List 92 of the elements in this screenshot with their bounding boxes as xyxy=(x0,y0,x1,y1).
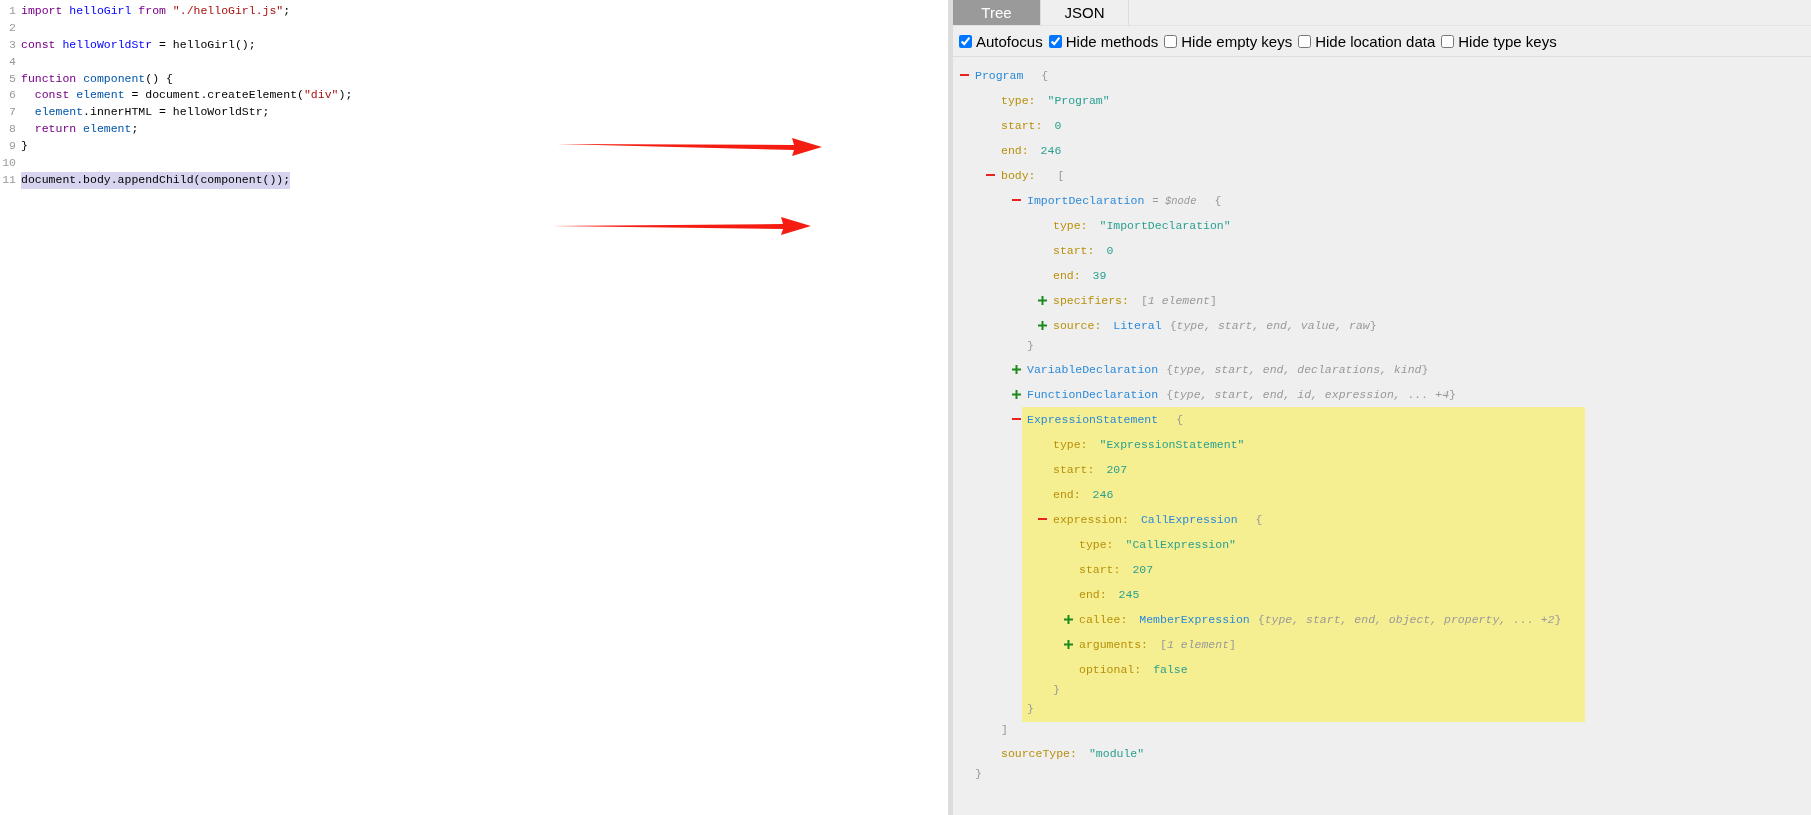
property-key: type: xyxy=(1001,94,1036,107)
line-number: 11 xyxy=(1,171,16,188)
property-key[interactable]: specifiers: xyxy=(1053,294,1129,307)
property-value: "Program" xyxy=(1047,94,1110,107)
property-value: "ExpressionStatement" xyxy=(1099,438,1245,451)
line-number: 10 xyxy=(1,155,16,171)
expand-icon[interactable] xyxy=(1064,615,1073,624)
property-value: "module" xyxy=(1088,747,1145,760)
property-value: 207 xyxy=(1106,463,1128,476)
close-bracket: } xyxy=(1027,339,1034,352)
line-number: 7 xyxy=(8,104,16,121)
node-type-label[interactable]: CallExpression xyxy=(1140,513,1238,526)
property-key: type: xyxy=(1079,538,1114,551)
line-number: 2 xyxy=(8,19,16,36)
property-key[interactable]: body: xyxy=(1001,169,1036,182)
property-key: type: xyxy=(1053,438,1088,451)
node-type-label[interactable]: ImportDeclaration xyxy=(1027,194,1145,207)
checkbox-label[interactable]: Hide type keys xyxy=(1458,32,1557,50)
expand-icon[interactable] xyxy=(1064,640,1073,649)
node-summary: {type, start, end, value, raw} xyxy=(1169,319,1377,332)
collapse-icon[interactable] xyxy=(960,74,969,77)
checkbox[interactable] xyxy=(1048,34,1062,48)
node-type-label[interactable]: FunctionDeclaration xyxy=(1027,388,1159,401)
property-key: type: xyxy=(1053,219,1088,232)
collapse-icon[interactable] xyxy=(1012,418,1021,421)
expand-icon[interactable] xyxy=(1038,296,1047,305)
close-bracket: } xyxy=(1027,702,1034,715)
checkbox[interactable] xyxy=(1164,34,1178,48)
collapse-icon[interactable] xyxy=(1038,518,1047,521)
close-bracket: ] xyxy=(1001,723,1008,736)
property-key: end: xyxy=(1053,488,1081,501)
line-number: 8 xyxy=(8,121,16,138)
property-key: end: xyxy=(1001,144,1029,157)
expand-icon[interactable] xyxy=(1038,321,1047,330)
tab[interactable]: Tree xyxy=(953,0,1041,25)
line-number: 4 xyxy=(8,53,16,70)
node-summary: {type, start, end, id, expression, ... +4} xyxy=(1166,388,1456,401)
collapse-icon[interactable] xyxy=(986,174,995,177)
line-number: 1 xyxy=(8,3,16,19)
node-type-label[interactable]: VariableDeclaration xyxy=(1027,363,1159,376)
checkbox-label[interactable]: Autofocus xyxy=(976,32,1043,50)
open-bracket: { xyxy=(1041,69,1049,82)
collapse-icon[interactable] xyxy=(1012,199,1021,202)
expand-icon[interactable] xyxy=(1012,390,1021,399)
checkbox-label[interactable]: Hide empty keys xyxy=(1181,32,1293,50)
property-key[interactable]: arguments: xyxy=(1079,638,1148,651)
open-bracket: [ xyxy=(1057,169,1065,182)
checkbox[interactable] xyxy=(1441,34,1455,48)
open-bracket: { xyxy=(1176,413,1184,426)
property-value: 246 xyxy=(1092,488,1114,501)
close-bracket: } xyxy=(1053,683,1060,696)
property-value: 207 xyxy=(1132,563,1154,576)
checkbox-label[interactable]: Hide location data xyxy=(1315,32,1436,50)
property-key: end: xyxy=(1079,588,1107,601)
property-key: sourceType: xyxy=(1001,747,1077,760)
property-value: 246 xyxy=(1040,144,1062,157)
property-key: start: xyxy=(1001,119,1043,132)
node-summary: {type, start, end, object, property, ... +2} xyxy=(1257,613,1562,626)
checkbox-label[interactable]: Hide methods xyxy=(1065,32,1159,50)
property-value: false xyxy=(1153,663,1188,676)
expand-icon[interactable] xyxy=(1012,365,1021,374)
property-key: start: xyxy=(1053,463,1095,476)
line-number: 5 xyxy=(8,70,16,87)
property-key: start: xyxy=(1079,563,1121,576)
node-type-label[interactable]: ExpressionStatement xyxy=(1027,413,1159,426)
property-value: 0 xyxy=(1106,244,1114,257)
property-value: "ImportDeclaration" xyxy=(1099,219,1231,232)
node-annotation: = $node xyxy=(1152,194,1197,207)
open-bracket: { xyxy=(1214,194,1222,207)
line-number: 3 xyxy=(8,36,16,53)
checkbox[interactable] xyxy=(1298,34,1312,48)
property-key[interactable]: source: xyxy=(1053,319,1102,332)
checkbox[interactable] xyxy=(959,34,972,48)
node-summary: [1 element] xyxy=(1140,294,1217,307)
open-bracket: { xyxy=(1255,513,1263,526)
property-value: 39 xyxy=(1092,269,1107,282)
property-value: "CallExpression" xyxy=(1125,538,1236,551)
property-key: end: xyxy=(1053,269,1081,282)
node-summary: [1 element] xyxy=(1160,638,1236,651)
property-key: start: xyxy=(1053,244,1095,257)
property-key: optional: xyxy=(1079,663,1142,676)
node-summary: {type, start, end, declarations, kind} xyxy=(1166,363,1429,376)
property-value: 245 xyxy=(1118,588,1140,601)
property-key[interactable]: callee: xyxy=(1079,613,1128,626)
property-key[interactable]: expression: xyxy=(1053,513,1129,526)
property-value: 0 xyxy=(1054,119,1062,132)
node-type-label[interactable]: MemberExpression xyxy=(1139,613,1250,626)
line-number: 9 xyxy=(8,138,16,155)
node-type-label[interactable]: Program xyxy=(975,69,1024,82)
line-number: 6 xyxy=(8,87,16,104)
close-bracket: } xyxy=(975,767,982,780)
node-type-label[interactable]: Literal xyxy=(1113,319,1162,332)
